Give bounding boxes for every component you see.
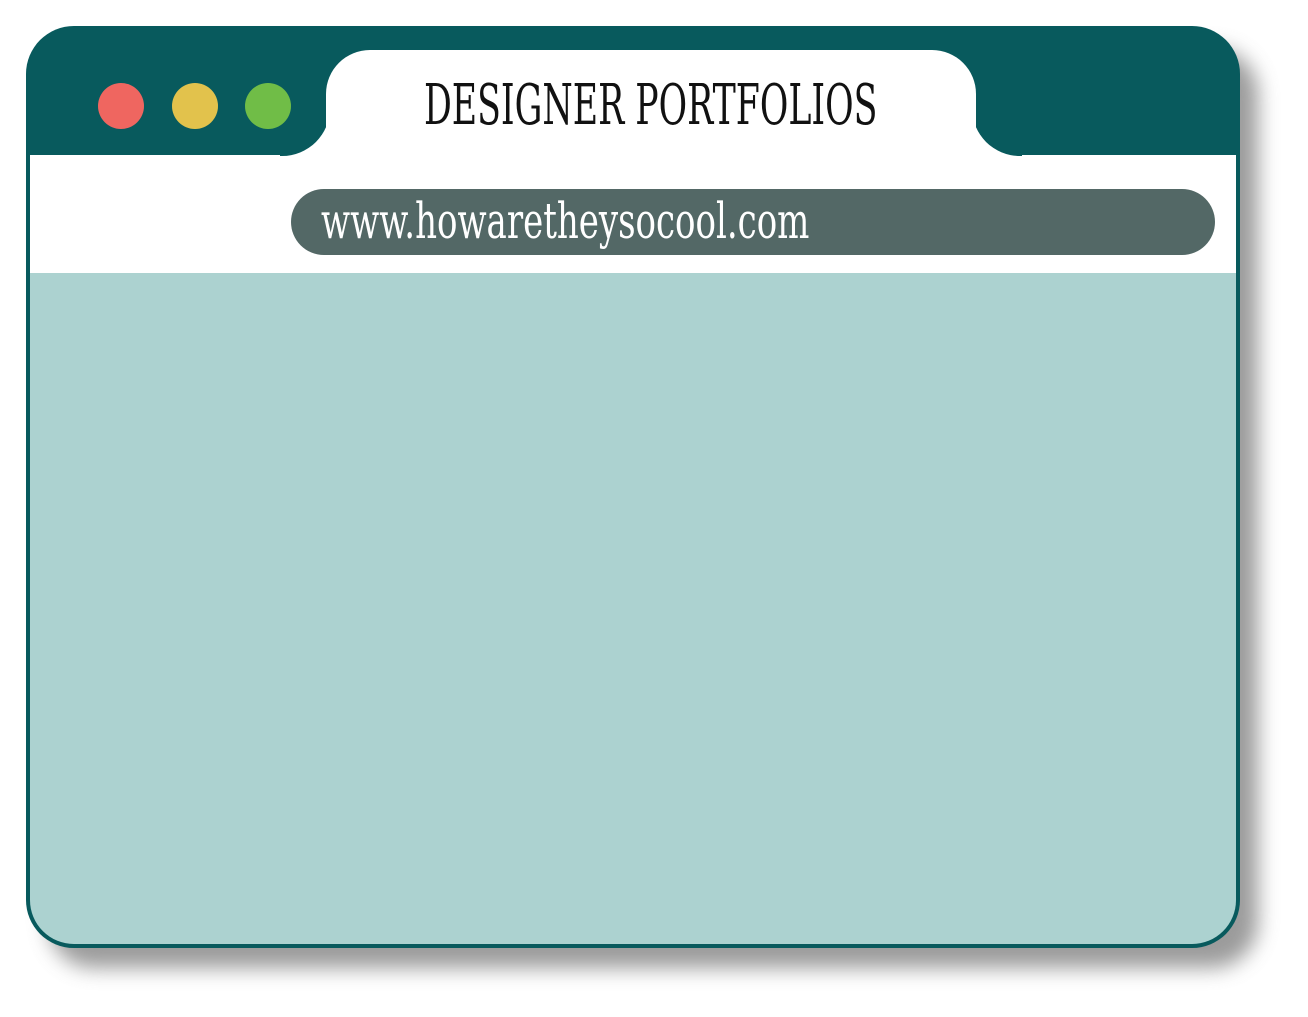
address-bar-url: www.howaretheysocool.com [321,192,810,250]
tab-curve-right [972,106,1022,156]
tab-title-text: DESIGNER PORTFOLIOS [424,72,878,138]
maximize-button[interactable] [245,83,291,129]
page-content-area [30,155,1236,944]
illustration-stage: DESIGNER PORTFOLIOS www.howaretheysocool… [0,0,1308,1017]
tab-title: DESIGNER PORTFOLIOS [326,50,976,160]
address-bar[interactable]: www.howaretheysocool.com [291,189,1215,255]
minimize-button[interactable] [172,83,218,129]
close-button[interactable] [98,83,144,129]
browser-window: DESIGNER PORTFOLIOS www.howaretheysocool… [26,26,1240,948]
